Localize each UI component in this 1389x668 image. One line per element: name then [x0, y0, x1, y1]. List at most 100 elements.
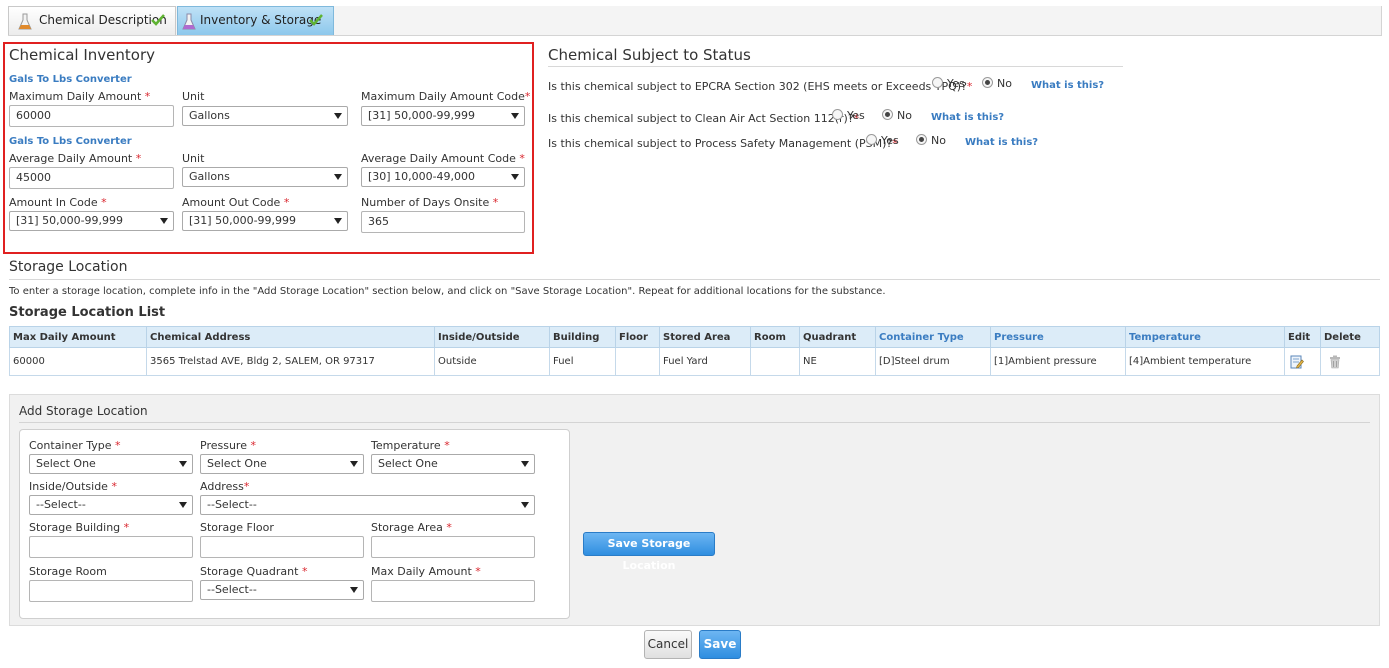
chevron-down-icon — [521, 461, 529, 467]
cell-stored-area: Fuel Yard — [659, 347, 751, 376]
storage-instructions: To enter a storage location, complete in… — [9, 286, 886, 297]
col-max-daily-amount: Max Daily Amount — [9, 326, 147, 348]
storage-area-input[interactable] — [371, 536, 535, 558]
avg-daily-amount-label: Average Daily Amount * — [9, 152, 142, 165]
tab-chemical-description[interactable]: Chemical Description — [8, 6, 176, 35]
max-daily-amount-code-select[interactable]: [31] 50,000-99,999 — [361, 106, 525, 126]
address-label: Address* — [200, 480, 250, 493]
col-floor: Floor — [615, 326, 660, 348]
address-select[interactable]: --Select-- — [200, 495, 535, 515]
max-daily-amount-code-label: Maximum Daily Amount Code* — [361, 90, 531, 103]
caa-what-is-this-link[interactable]: What is this? — [931, 112, 1004, 123]
epcra-yes-label: Yes — [947, 77, 965, 90]
avg-daily-amount-code-select[interactable]: [30] 10,000-49,000 — [361, 167, 525, 187]
psm-no-radio[interactable] — [916, 134, 927, 145]
add-storage-title: Add Storage Location — [19, 404, 148, 418]
status-divider — [548, 66, 1123, 67]
days-onsite-input[interactable]: 365 — [361, 211, 525, 233]
chevron-down-icon — [334, 174, 342, 180]
storage-floor-input[interactable] — [200, 536, 364, 558]
cell-building: Fuel — [549, 347, 616, 376]
pressure-label: Pressure * — [200, 439, 256, 452]
caa-no-radio[interactable] — [882, 109, 893, 120]
chemical-inventory-title: Chemical Inventory — [9, 46, 156, 64]
cell-pressure: [1]Ambient pressure — [990, 347, 1126, 376]
gals-to-lbs-converter-link[interactable]: Gals To Lbs Converter — [9, 74, 132, 85]
gals-to-lbs-converter-link-2[interactable]: Gals To Lbs Converter — [9, 136, 132, 147]
chevron-down-icon — [334, 218, 342, 224]
col-building: Building — [549, 326, 616, 348]
storage-quadrant-select[interactable]: --Select-- — [200, 580, 364, 600]
psm-yes-radio[interactable] — [866, 134, 877, 145]
edit-icon[interactable] — [1290, 355, 1304, 369]
storage-quadrant-label: Storage Quadrant * — [200, 565, 308, 578]
cell-room — [750, 347, 800, 376]
cell-edit — [1284, 347, 1321, 376]
container-type-select[interactable]: Select One — [29, 454, 193, 474]
storage-location-table: Max Daily Amount Chemical Address Inside… — [9, 326, 1380, 376]
max-daily-amount-storage-input[interactable] — [371, 580, 535, 602]
save-storage-location-button[interactable]: Save Storage Location — [583, 532, 715, 572]
epcra-no-radio[interactable] — [982, 77, 993, 88]
amount-in-code-label: Amount In Code * — [9, 196, 107, 209]
tab-inventory-storage[interactable]: Inventory & Storage — [177, 6, 334, 35]
tab-label: Inventory & Storage — [200, 13, 322, 27]
chevron-down-icon — [179, 502, 187, 508]
caa-yes-radio[interactable] — [832, 109, 843, 120]
unit-select[interactable]: Gallons — [182, 106, 348, 126]
cell-floor — [615, 347, 660, 376]
chevron-down-icon — [179, 461, 187, 467]
temperature-select[interactable]: Select One — [371, 454, 535, 474]
container-type-label: Container Type * — [29, 439, 121, 452]
psm-no-label: No — [931, 134, 946, 147]
cell-max-daily-amount: 60000 — [9, 347, 147, 376]
cell-delete — [1320, 347, 1380, 376]
days-onsite-label: Number of Days Onsite * — [361, 196, 499, 209]
cancel-button[interactable]: Cancel — [644, 630, 692, 659]
table-row: 60000 3565 Trelstad AVE, Bldg 2, SALEM, … — [9, 347, 1380, 376]
storage-building-input[interactable] — [29, 536, 193, 558]
col-room: Room — [750, 326, 800, 348]
storage-room-input[interactable] — [29, 580, 193, 602]
flask-icon — [18, 13, 32, 30]
col-pressure[interactable]: Pressure — [990, 326, 1126, 348]
cell-temperature: [4]Ambient temperature — [1125, 347, 1285, 376]
amount-in-code-select[interactable]: [31] 50,000-99,999 — [9, 211, 174, 231]
inside-outside-select[interactable]: --Select-- — [29, 495, 193, 515]
psm-yes-label: Yes — [881, 134, 899, 147]
storage-room-label: Storage Room — [29, 565, 107, 578]
save-button[interactable]: Save — [699, 630, 741, 659]
unit-select-2[interactable]: Gallons — [182, 167, 348, 187]
storage-area-label: Storage Area * — [371, 521, 452, 534]
avg-daily-amount-input[interactable]: 45000 — [9, 167, 174, 189]
psm-question: Is this chemical subject to Process Safe… — [548, 137, 898, 150]
temperature-label: Temperature * — [371, 439, 450, 452]
col-chemical-address: Chemical Address — [146, 326, 435, 348]
col-stored-area: Stored Area — [659, 326, 751, 348]
chevron-down-icon — [521, 502, 529, 508]
chevron-down-icon — [160, 218, 168, 224]
col-container-type[interactable]: Container Type — [875, 326, 991, 348]
chevron-down-icon — [350, 587, 358, 593]
epcra-what-is-this-link[interactable]: What is this? — [1031, 80, 1104, 91]
chevron-down-icon — [511, 174, 519, 180]
amount-out-code-label: Amount Out Code * — [182, 196, 290, 209]
amount-out-code-select[interactable]: [31] 50,000-99,999 — [182, 211, 348, 231]
trash-icon[interactable] — [1328, 355, 1342, 369]
caa-no-label: No — [897, 109, 912, 122]
max-daily-amount-input[interactable]: 60000 — [9, 105, 174, 127]
caa-yes-label: Yes — [847, 109, 865, 122]
col-temperature[interactable]: Temperature — [1125, 326, 1285, 348]
status-title: Chemical Subject to Status — [548, 46, 751, 64]
epcra-yes-radio[interactable] — [932, 77, 943, 88]
pressure-select[interactable]: Select One — [200, 454, 364, 474]
tab-label: Chemical Description — [39, 13, 167, 27]
psm-what-is-this-link[interactable]: What is this? — [965, 137, 1038, 148]
storage-building-label: Storage Building * — [29, 521, 130, 534]
check-icon — [309, 14, 323, 26]
cell-inside-outside: Outside — [434, 347, 550, 376]
storage-divider — [9, 279, 1380, 280]
epcra-no-label: No — [997, 77, 1012, 90]
col-inside-outside: Inside/Outside — [434, 326, 550, 348]
avg-daily-amount-code-label: Average Daily Amount Code * — [361, 152, 525, 165]
